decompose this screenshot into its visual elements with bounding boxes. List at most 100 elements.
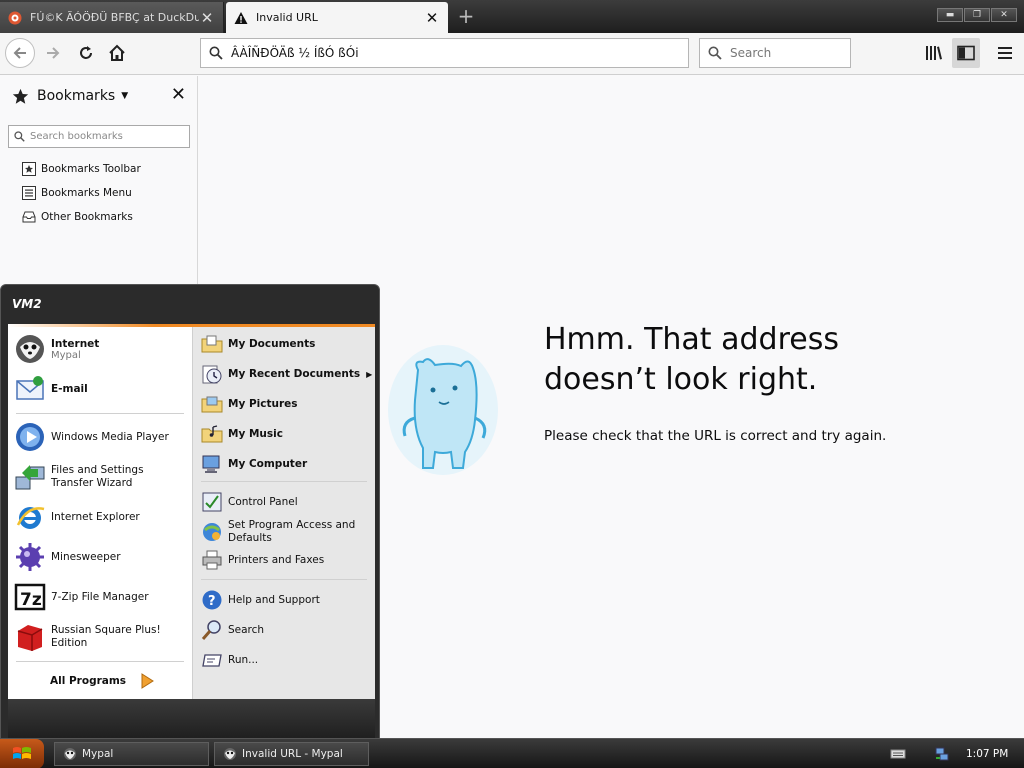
reload-button[interactable] [71,38,101,68]
start-item-my-documents[interactable]: My Documents [201,333,315,355]
library-button[interactable] [920,38,948,68]
start-item-label: Windows Media Player [51,431,169,443]
start-item-sublabel: Mypal [51,349,81,361]
library-icon [926,46,942,60]
sidebar-header[interactable]: Bookmarks ▼ ✕ [0,76,198,116]
start-item-run[interactable]: Run... [201,649,258,671]
arrow-right-icon [141,673,154,689]
sidebar-item-label: Bookmarks Menu [41,187,132,199]
bookmark-folder-other[interactable]: Other Bookmarks [22,208,133,226]
system-tray: 1:07 PM [880,739,1024,768]
other-bookmarks-icon [22,211,36,223]
url-bar[interactable]: ÂÀÎÑÐÖÄß ½ ÍßÓ ßÓi [200,38,689,68]
start-item-7zip[interactable]: 7z 7-Zip File Manager [14,581,149,613]
submenu-arrow-icon: ▶ [366,369,373,379]
start-item-search[interactable]: Search [201,619,264,641]
forward-button[interactable] [38,38,68,68]
minimize-button[interactable]: ▬ [937,8,963,22]
start-item-internet[interactable]: Internet Mypal [14,333,99,365]
start-item-my-computer[interactable]: My Computer [201,453,307,475]
tab-duckduckgo[interactable]: FÚ©K ÃÓÖÐÜ BFBÇ at DuckDuckGo ✕ [0,2,224,33]
home-button[interactable] [102,38,132,68]
new-tab-button[interactable]: + [455,4,477,28]
start-item-recent-documents[interactable]: My Recent Documents ▶ [201,363,372,385]
internet-explorer-icon [16,507,45,529]
keyboard-icon[interactable] [890,748,906,760]
bookmark-folder-toolbar[interactable]: Bookmarks Toolbar [22,160,141,178]
close-tab-icon[interactable]: ✕ [199,9,215,27]
star-icon [12,88,29,104]
start-item-my-pictures[interactable]: My Pictures [201,393,298,415]
back-button[interactable] [5,38,35,68]
start-item-label: My Computer [228,458,308,470]
control-panel-icon [202,492,222,512]
all-programs-button[interactable]: All Programs [50,673,154,689]
bookmarks-menu-icon [22,186,36,200]
start-item-help[interactable]: ? Help and Support [201,589,320,611]
search-icon [708,46,722,60]
mypal-icon [224,748,236,760]
separator [201,579,367,580]
email-icon [16,376,44,400]
start-item-transfer-wizard[interactable]: Files and Settings Transfer Wizard [14,461,187,493]
start-menu-programs: Internet Mypal E-mail Windows Media Playe… [8,327,192,699]
taskbar: Mypal Invalid URL - Mypal 1:07 PM [0,738,1024,768]
start-item-label: Set Program Access and Defaults [228,519,356,544]
start-button[interactable] [0,739,44,768]
start-item-russian-square[interactable]: Russian Square Plus! Edition [14,621,187,653]
start-item-media-player[interactable]: Windows Media Player [14,421,169,453]
user-name: VM2 [12,297,42,311]
close-window-button[interactable]: ✕ [991,8,1017,22]
web-search-bar[interactable] [699,38,851,68]
my-music-icon [201,425,223,443]
chevron-down-icon: ▼ [121,91,129,101]
url-text[interactable]: ÂÀÎÑÐÖÄß ½ ÍßÓ ßÓi [231,46,359,60]
svg-text:7z: 7z [20,590,42,610]
start-menu: VM2 Internet Mypal E-mail Windows Media P… [0,284,380,739]
svg-text:?: ? [208,594,216,609]
start-item-internet-explorer[interactable]: Internet Explorer [14,501,140,533]
bookmarks-search-field[interactable] [8,125,190,148]
start-item-my-music[interactable]: My Music [201,423,283,445]
network-icon[interactable] [934,746,950,762]
start-item-label: E-mail [51,383,88,395]
navigation-toolbar: ÂÀÎÑÐÖÄß ½ ÍßÓ ßÓi [0,33,1024,75]
search-icon [14,131,25,142]
start-item-printers[interactable]: Printers and Faxes [201,549,324,571]
start-item-minesweeper[interactable]: Minesweeper [14,541,121,573]
start-item-email[interactable]: E-mail [14,373,88,405]
start-item-label: Minesweeper [51,551,121,563]
russian-square-icon [17,625,43,651]
close-sidebar-icon[interactable]: ✕ [171,86,186,104]
taskbar-button-label: Mypal [82,748,114,760]
start-item-control-panel[interactable]: Control Panel [201,491,298,513]
recent-documents-icon [202,365,222,384]
bookmark-folder-menu[interactable]: Bookmarks Menu [22,184,132,202]
bookmarks-search-input[interactable] [30,131,180,142]
start-item-label: My Recent Documents [228,368,361,380]
tab-invalid-url[interactable]: Invalid URL ✕ [226,2,448,33]
my-pictures-icon [201,396,223,413]
maximize-button[interactable]: ❐ [964,8,990,22]
taskbar-button-mypal[interactable]: Mypal [54,742,209,766]
start-item-program-access[interactable]: Set Program Access and Defaults [201,519,366,545]
hamburger-menu-icon [998,47,1012,59]
home-icon [109,44,125,61]
web-search-input[interactable] [730,46,840,60]
start-item-label: Printers and Faxes [228,554,325,566]
taskbar-button-invalid-url[interactable]: Invalid URL - Mypal [214,742,369,766]
program-access-icon [203,523,221,541]
taskbar-button-label: Invalid URL - Mypal [242,748,343,760]
clock[interactable]: 1:07 PM [966,748,1008,760]
start-item-label: Russian Square Plus! Edition [51,624,161,649]
duckduckgo-icon [8,11,22,24]
mypal-icon [16,335,44,363]
sidebar-item-label: Bookmarks Toolbar [41,163,141,175]
start-item-label: Help and Support [228,594,320,606]
close-tab-icon[interactable]: ✕ [424,9,440,27]
start-item-label: My Documents [228,338,316,350]
menu-button[interactable] [991,38,1019,68]
forward-arrow-icon [47,47,60,59]
help-icon: ? [202,590,222,610]
sidebar-toggle-button[interactable] [952,38,980,68]
